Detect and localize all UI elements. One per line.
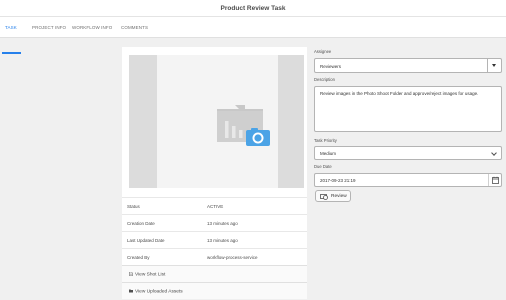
- folder-camera-icon: [217, 105, 270, 146]
- folder-icon: [129, 289, 133, 293]
- document-icon: [129, 272, 133, 276]
- caret-down-icon: [492, 64, 496, 67]
- tab-task[interactable]: TASK: [5, 25, 17, 30]
- last-updated-value: 13 minutes ago: [207, 238, 238, 243]
- calendar-icon: [492, 176, 499, 184]
- calendar-button[interactable]: [488, 174, 501, 186]
- view-uploaded-assets-label: View Uploaded Assets: [135, 289, 183, 295]
- last-updated-row: Last Updated Date 13 minutes ago: [122, 231, 307, 248]
- creation-date-row: Creation Date 13 minutes ago: [122, 214, 307, 231]
- active-tab-indicator: [2, 52, 21, 54]
- status-value: ACTIVE: [207, 204, 224, 209]
- page-title: Product Review Task: [220, 5, 286, 12]
- thumbnail-frame: [157, 55, 278, 188]
- review-button[interactable]: Review: [315, 190, 351, 202]
- review-icon: [320, 193, 328, 200]
- asset-card: Status ACTIVE Creation Date 13 minutes a…: [122, 47, 307, 299]
- tab-workflow-info[interactable]: WORKFLOW INFO: [72, 25, 112, 30]
- creation-date-value: 13 minutes ago: [207, 221, 238, 226]
- description-label: Description: [314, 77, 335, 82]
- created-by-value: workflow-process-service: [207, 255, 258, 260]
- task-priority-value: Medium: [320, 151, 337, 156]
- tab-comments[interactable]: COMMENTS: [121, 25, 148, 30]
- due-date-field[interactable]: 2017-09-23 21:19: [314, 173, 502, 187]
- title-bar: Product Review Task: [0, 0, 506, 17]
- due-date-value: 2017-09-23 21:19: [320, 178, 356, 183]
- assignee-label: Assignee: [314, 49, 332, 54]
- creation-date-label: Creation Date: [127, 221, 155, 226]
- description-value: Review images in the Photo Shoot Folder …: [320, 91, 479, 96]
- view-uploaded-assets-button[interactable]: View Uploaded Assets: [122, 282, 307, 299]
- view-shot-list-label: View Shot List: [135, 272, 166, 278]
- last-updated-label: Last Updated Date: [127, 238, 165, 243]
- task-priority-select[interactable]: Medium: [314, 146, 502, 160]
- created-by-row: Created By workflow-process-service: [122, 248, 307, 265]
- chevron-down-icon: [491, 150, 497, 156]
- review-button-label: Review: [331, 194, 347, 199]
- assignee-dropdown-button[interactable]: [487, 59, 501, 72]
- description-textarea[interactable]: Review images in the Photo Shoot Folder …: [314, 86, 502, 132]
- asset-thumbnail[interactable]: [129, 55, 304, 188]
- tab-bar: TASK PROJECT INFO WORKFLOW INFO COMMENTS: [0, 17, 506, 54]
- assignee-select[interactable]: Reviewers: [314, 58, 502, 73]
- tab-project-info[interactable]: PROJECT INFO: [32, 25, 66, 30]
- status-label: Status: [127, 204, 140, 209]
- created-by-label: Created By: [127, 255, 150, 260]
- view-shot-list-button[interactable]: View Shot List: [122, 265, 307, 282]
- status-row: Status ACTIVE: [122, 197, 307, 214]
- task-priority-label: Task Priority: [314, 138, 337, 143]
- assignee-value: Reviewers: [320, 63, 342, 69]
- due-date-label: Due Date: [314, 164, 332, 169]
